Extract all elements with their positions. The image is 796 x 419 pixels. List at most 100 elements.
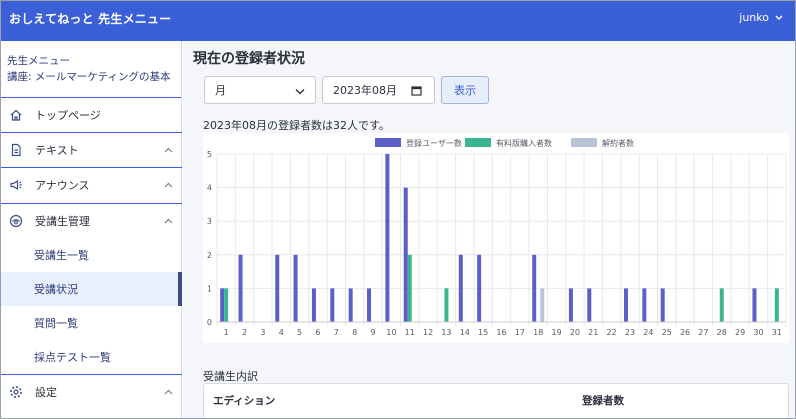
sidebar-item-student-management[interactable]: 受講生管理: [1, 204, 182, 238]
bar-registered: [532, 254, 537, 322]
show-button[interactable]: 表示: [441, 76, 489, 104]
user-name: junko: [739, 11, 769, 24]
x-tick-label: 8: [352, 328, 357, 337]
x-tick-label: 16: [496, 328, 506, 337]
sidebar-item-settings[interactable]: 設定: [1, 375, 182, 409]
bar-cancelled: [540, 288, 545, 322]
registration-summary: 2023年08月の登録者数は32人です。: [203, 119, 390, 132]
sidebar-item-label: アナウンス: [35, 179, 90, 192]
y-tick-label: 4: [207, 184, 212, 193]
megaphone-icon: [1, 178, 31, 192]
x-tick-label: 25: [662, 328, 672, 337]
y-tick-label: 0: [207, 318, 212, 327]
sidebar-subitem-label: 受講状況: [34, 283, 78, 296]
x-tick-label: 27: [698, 328, 708, 337]
period-select[interactable]: 月: [204, 76, 316, 104]
bar-registered: [385, 154, 390, 322]
app-title[interactable]: おしえてねっと 先生メニュー: [9, 10, 171, 27]
document-icon: [1, 143, 31, 157]
chevron-up-icon[interactable]: [154, 389, 182, 395]
sidebar-subitem-label: 質問一覧: [34, 317, 78, 330]
x-tick-label: 9: [370, 328, 375, 337]
x-tick-label: 20: [570, 328, 580, 337]
x-tick-label: 22: [607, 328, 617, 337]
sidebar-item-label: トップページ: [35, 109, 101, 122]
sidebar-item-label: テキスト: [35, 144, 79, 157]
bar-registered: [752, 288, 757, 322]
sidebar-item-top-page[interactable]: トップページ: [1, 98, 182, 132]
legend-swatch: [375, 138, 401, 147]
x-tick-label: 1: [224, 328, 229, 337]
y-tick-label: 1: [207, 284, 212, 293]
bar-registered: [458, 254, 463, 322]
sidebar-heading: 先生メニュー 講座: メールマーケティングの基本: [1, 41, 181, 98]
main-content: 現在の登録者状況 月 2023年08月 表示 2023年08月の登録者数は32人…: [183, 41, 795, 418]
x-tick-label: 17: [515, 328, 525, 337]
month-input[interactable]: 2023年08月: [322, 76, 435, 104]
sidebar-item-text[interactable]: テキスト: [1, 133, 182, 167]
x-tick-label: 28: [717, 328, 727, 337]
sidebar-subitem-student-list[interactable]: 受講生一覧: [1, 238, 182, 272]
x-tick-label: 24: [643, 328, 653, 337]
legend-swatch: [465, 138, 491, 147]
bar-registered: [568, 288, 573, 322]
x-tick-label: 10: [386, 328, 396, 337]
x-tick-label: 3: [260, 328, 265, 337]
bar-paid: [774, 288, 779, 322]
y-tick-label: 3: [207, 217, 212, 226]
legend-label: 有料版購入者数: [496, 138, 552, 148]
chevron-up-icon[interactable]: [154, 182, 182, 188]
sidebar-item-label: 受講生管理: [35, 215, 90, 228]
bar-paid: [719, 288, 724, 322]
calendar-icon[interactable]: [411, 85, 422, 99]
bar-registered: [220, 288, 225, 322]
x-tick-label: 19: [551, 328, 561, 337]
x-tick-label: 23: [625, 328, 635, 337]
chevron-down-icon: [295, 85, 305, 98]
bar-paid: [444, 288, 449, 322]
bar-registered: [311, 288, 316, 322]
y-tick-label: 5: [207, 150, 212, 159]
x-tick-label: 15: [478, 328, 488, 337]
x-tick-label: 11: [405, 328, 415, 337]
bar-registered: [587, 288, 592, 322]
sidebar-subitem-label: 受講生一覧: [34, 249, 89, 262]
sidebar-subitem-questions[interactable]: 質問一覧: [1, 306, 182, 340]
breakdown-title: 受講生内訳: [203, 370, 258, 383]
app-window: おしえてねっと 先生メニュー junko 先生メニュー 講座: メールマーケティ…: [0, 0, 796, 419]
gear-icon: [1, 385, 31, 399]
sidebar-item-announce[interactable]: アナウンス: [1, 168, 182, 202]
x-tick-label: 21: [588, 328, 598, 337]
legend-swatch: [571, 138, 597, 147]
x-tick-label: 29: [735, 328, 745, 337]
x-tick-label: 7: [334, 328, 339, 337]
bar-registered: [348, 288, 353, 322]
chevron-up-icon[interactable]: [154, 147, 182, 153]
student-icon: [1, 214, 31, 228]
period-select-value: 月: [215, 84, 226, 97]
bar-paid: [224, 288, 229, 322]
chevron-up-icon[interactable]: [154, 218, 182, 224]
x-tick-label: 6: [315, 328, 320, 337]
sidebar-subitem-progress[interactable]: 受講状況: [1, 272, 182, 306]
x-tick-label: 14: [460, 328, 470, 337]
sidebar-subitem-graded-tests[interactable]: 採点テスト一覧: [1, 340, 182, 374]
x-tick-label: 31: [772, 328, 782, 337]
breakdown-table: エディション 登録者数: [203, 383, 789, 418]
bar-registered: [275, 254, 280, 322]
bar-registered: [477, 254, 482, 322]
month-input-value: 2023年08月: [333, 84, 397, 97]
sidebar-subitem-label: 採点テスト一覧: [34, 351, 111, 364]
legend-label: 解約者数: [602, 138, 634, 148]
x-tick-label: 12: [423, 328, 433, 337]
bar-registered: [642, 288, 647, 322]
bar-registered: [623, 288, 628, 322]
chart-svg: 0123451 2 3 4 5 6 7 8 9 10 11 12 13 14 15 16 17 18 19 20 21 2…: [207, 138, 787, 337]
x-tick-label: 30: [753, 328, 763, 337]
sidebar: 先生メニュー 講座: メールマーケティングの基本 トップページ テキスト アナウ…: [1, 41, 182, 418]
table-header-count: 登録者数: [582, 395, 624, 407]
bar-registered: [403, 187, 408, 322]
user-menu[interactable]: junko: [739, 11, 783, 24]
x-tick-label: 4: [279, 328, 284, 337]
bar-registered: [660, 288, 665, 322]
